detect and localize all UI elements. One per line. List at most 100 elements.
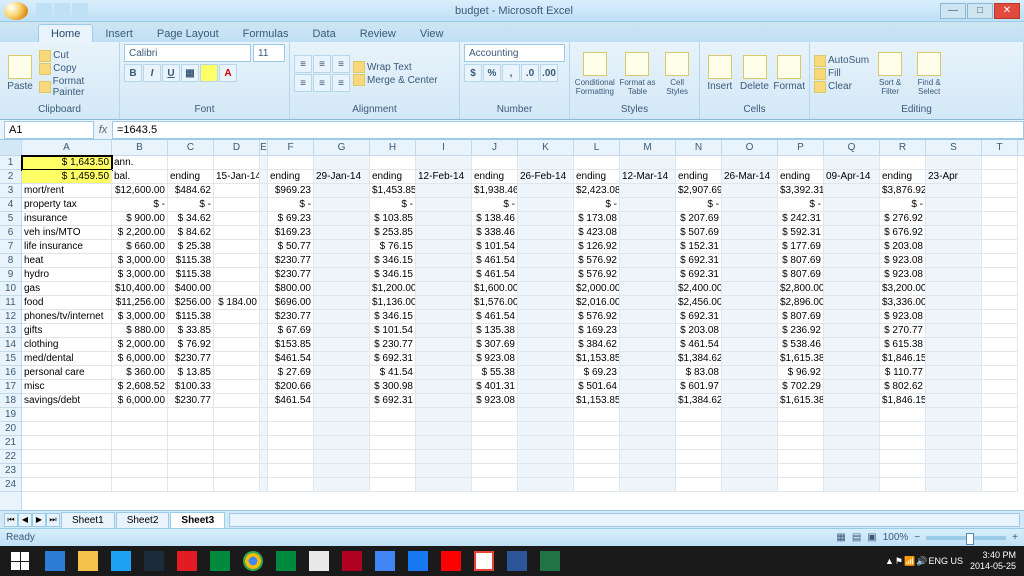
tray-flag-icon[interactable]: ⚑ xyxy=(895,556,903,567)
cell[interactable] xyxy=(416,478,472,492)
cell[interactable]: misc xyxy=(22,380,112,394)
cell[interactable] xyxy=(416,156,472,170)
view-layout-icon[interactable]: ▤ xyxy=(852,532,861,543)
cell[interactable] xyxy=(824,366,880,380)
cell[interactable] xyxy=(314,366,370,380)
cell[interactable] xyxy=(168,464,214,478)
cell[interactable]: $ 177.69 xyxy=(778,240,824,254)
col-header[interactable]: P xyxy=(778,140,824,155)
cell[interactable]: $ 138.46 xyxy=(472,212,518,226)
cell[interactable] xyxy=(926,408,982,422)
cell[interactable] xyxy=(676,408,722,422)
taskbar-explorer-icon[interactable] xyxy=(72,547,104,575)
cell[interactable]: $ 576.92 xyxy=(574,310,620,324)
cell[interactable] xyxy=(722,464,778,478)
cell[interactable]: ending xyxy=(574,170,620,184)
cell[interactable] xyxy=(518,226,574,240)
sheet-tab[interactable]: Sheet1 xyxy=(61,512,115,528)
cell[interactable] xyxy=(926,380,982,394)
cell[interactable]: $1,384.62 xyxy=(676,394,722,408)
cell[interactable] xyxy=(314,282,370,296)
cell[interactable] xyxy=(370,464,416,478)
cell[interactable] xyxy=(676,436,722,450)
cell[interactable] xyxy=(260,170,268,184)
cell[interactable] xyxy=(260,422,268,436)
cell[interactable] xyxy=(824,436,880,450)
cell[interactable]: $ 307.69 xyxy=(472,338,518,352)
font-size-select[interactable]: 11 xyxy=(253,44,285,62)
font-name-select[interactable]: Calibri xyxy=(124,44,251,62)
cell[interactable] xyxy=(268,408,314,422)
cell[interactable] xyxy=(168,408,214,422)
cell[interactable]: $ - xyxy=(574,198,620,212)
cell[interactable]: $3,392.31 xyxy=(778,184,824,198)
wrap-text-button[interactable]: Wrap Text xyxy=(353,61,438,73)
find-select-button[interactable]: Find & Select xyxy=(911,46,947,102)
col-header[interactable]: H xyxy=(370,140,416,155)
cell[interactable]: $ 270.77 xyxy=(880,324,926,338)
cell[interactable] xyxy=(314,254,370,268)
cell[interactable] xyxy=(926,436,982,450)
cell[interactable] xyxy=(314,296,370,310)
cell[interactable] xyxy=(824,198,880,212)
align-top-button[interactable]: ≡ xyxy=(294,55,312,73)
cell[interactable] xyxy=(926,212,982,226)
cell[interactable] xyxy=(778,156,824,170)
cell[interactable]: 29-Jan-14 xyxy=(314,170,370,184)
cell[interactable]: $ 338.46 xyxy=(472,226,518,240)
sheet-tab[interactable]: Sheet2 xyxy=(116,512,170,528)
sheet-nav-last[interactable]: ⏭ xyxy=(46,513,60,527)
cell[interactable] xyxy=(778,464,824,478)
cell[interactable] xyxy=(260,310,268,324)
cell[interactable] xyxy=(416,198,472,212)
cell[interactable]: $ 276.92 xyxy=(880,212,926,226)
taskbar-gmail-icon[interactable] xyxy=(468,547,500,575)
cell[interactable] xyxy=(416,240,472,254)
cell[interactable] xyxy=(314,268,370,282)
paste-button[interactable]: Paste xyxy=(4,46,36,102)
cell[interactable] xyxy=(518,394,574,408)
office-button[interactable] xyxy=(4,2,28,20)
cell[interactable]: $2,800.00 xyxy=(778,282,824,296)
cell[interactable] xyxy=(22,422,112,436)
cell[interactable] xyxy=(112,478,168,492)
cell[interactable]: $ 501.64 xyxy=(574,380,620,394)
cell[interactable] xyxy=(722,394,778,408)
cell[interactable] xyxy=(926,240,982,254)
cell[interactable] xyxy=(620,380,676,394)
cell[interactable] xyxy=(722,296,778,310)
cell[interactable] xyxy=(982,478,1018,492)
cell[interactable] xyxy=(620,240,676,254)
cell[interactable]: $230.77 xyxy=(268,254,314,268)
cell[interactable]: $461.54 xyxy=(268,394,314,408)
cell[interactable]: $10,400.00 xyxy=(112,282,168,296)
insert-cells-button[interactable]: Insert xyxy=(704,46,736,102)
cell[interactable] xyxy=(416,226,472,240)
cell[interactable] xyxy=(260,352,268,366)
cell[interactable] xyxy=(880,450,926,464)
cell[interactable] xyxy=(982,240,1018,254)
cell[interactable] xyxy=(214,338,260,352)
cell[interactable] xyxy=(260,324,268,338)
select-all-corner[interactable] xyxy=(0,140,21,156)
row-header[interactable]: 21 xyxy=(0,436,21,450)
cell[interactable] xyxy=(926,366,982,380)
cell[interactable]: $3,336.00 xyxy=(880,296,926,310)
number-format-select[interactable]: Accounting xyxy=(464,44,565,62)
cell[interactable] xyxy=(722,338,778,352)
cell[interactable] xyxy=(112,450,168,464)
cell[interactable] xyxy=(260,380,268,394)
cell[interactable] xyxy=(926,464,982,478)
cell[interactable] xyxy=(620,310,676,324)
row-header[interactable]: 9 xyxy=(0,268,21,282)
save-icon[interactable] xyxy=(36,3,52,19)
zoom-level[interactable]: 100% xyxy=(883,532,909,543)
cell[interactable] xyxy=(926,324,982,338)
row-header[interactable]: 7 xyxy=(0,240,21,254)
taskbar-chrome-icon[interactable] xyxy=(237,547,269,575)
cell[interactable]: $1,153.85 xyxy=(574,352,620,366)
cell[interactable]: $ 660.00 xyxy=(112,240,168,254)
row-header[interactable]: 15 xyxy=(0,352,21,366)
cell[interactable] xyxy=(22,464,112,478)
cell[interactable] xyxy=(214,198,260,212)
